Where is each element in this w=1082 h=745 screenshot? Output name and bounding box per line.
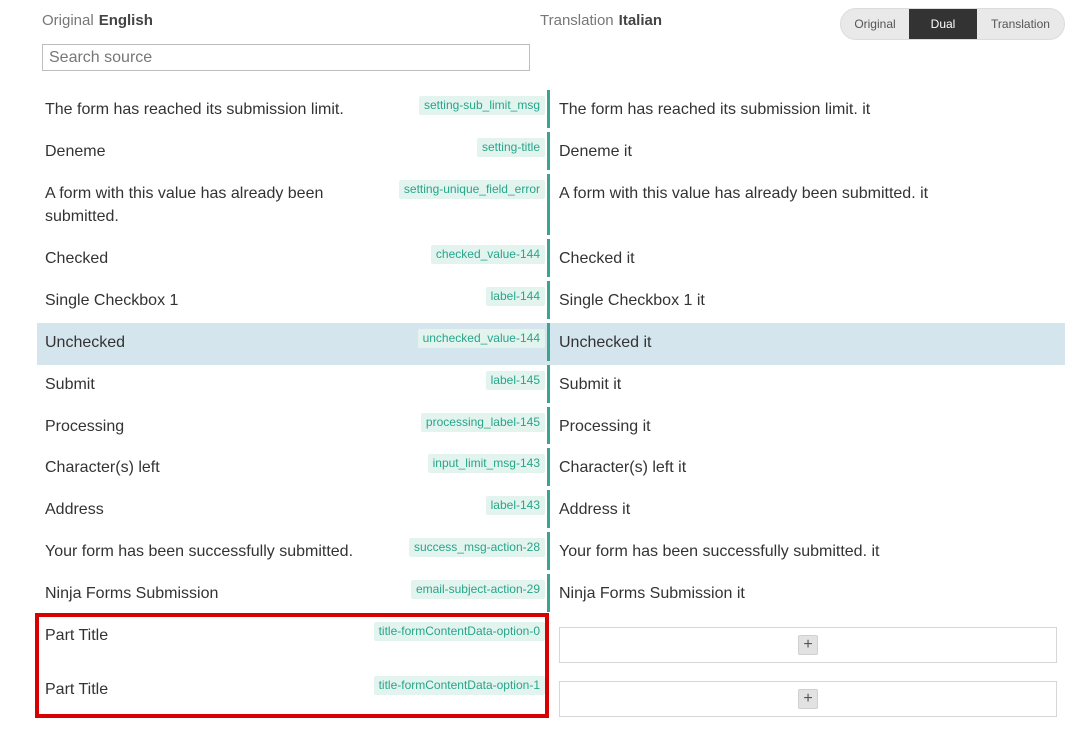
row-divider <box>547 407 550 444</box>
translation-language: Italian <box>618 12 663 29</box>
source-text: A form with this value has already been … <box>45 185 324 225</box>
search-source-input[interactable] <box>42 44 530 71</box>
translation-text[interactable]: Single Checkbox 1 it <box>559 289 705 312</box>
source-text: Address <box>45 501 104 518</box>
translation-text[interactable]: Checked it <box>559 247 635 270</box>
row-divider <box>547 574 550 612</box>
add-translation-button[interactable]: + <box>798 635 818 655</box>
translation-row[interactable]: Checked checked_value-144 Checked it <box>37 239 1065 281</box>
header-translation: Translation Italian <box>540 12 662 29</box>
source-text: Your form has been successfully submitte… <box>45 543 354 560</box>
translation-text[interactable]: Submit it <box>559 373 621 396</box>
translation-text[interactable]: Unchecked it <box>559 331 652 354</box>
translation-row[interactable]: The form has reached its submission limi… <box>37 90 1065 132</box>
translation-text[interactable]: Ninja Forms Submission it <box>559 582 745 605</box>
source-text: Deneme <box>45 143 106 160</box>
string-key-badge: input_limit_msg-143 <box>427 454 545 473</box>
source-text: Character(s) left <box>45 459 160 476</box>
string-key-badge: success_msg-action-28 <box>408 538 545 557</box>
row-divider <box>547 90 550 128</box>
view-original-button[interactable]: Original <box>841 9 909 39</box>
string-key-badge: setting-title <box>476 138 545 157</box>
row-divider <box>547 281 550 319</box>
string-key-badge: label-145 <box>485 371 545 390</box>
string-key-badge: label-144 <box>485 287 545 306</box>
string-key-badge: email-subject-action-29 <box>410 580 545 599</box>
translation-row[interactable]: Address label-143 Address it <box>37 490 1065 532</box>
row-divider <box>547 174 550 235</box>
translation-text[interactable]: Character(s) left it <box>559 456 686 479</box>
row-divider <box>547 532 550 570</box>
translation-row[interactable]: A form with this value has already been … <box>37 174 1065 239</box>
source-text: Ninja Forms Submission <box>45 585 219 602</box>
row-divider <box>547 323 550 361</box>
row-divider <box>547 239 550 277</box>
row-divider <box>547 490 550 528</box>
translation-text[interactable]: Your form has been successfully submitte… <box>559 540 879 563</box>
row-divider <box>547 448 550 486</box>
empty-translation-box[interactable]: + <box>559 681 1057 717</box>
highlight-box <box>35 613 549 718</box>
translation-row[interactable]: Submit label-145 Submit it <box>37 365 1065 407</box>
translation-label: Translation <box>540 12 614 29</box>
translation-row[interactable]: Processing processing_label-145 Processing… <box>37 407 1065 448</box>
translation-row[interactable]: Character(s) left input_limit_msg-143 Char… <box>37 448 1065 490</box>
source-text: The form has reached its submission limi… <box>45 101 344 118</box>
original-label: Original <box>42 12 94 29</box>
string-key-badge: checked_value-144 <box>430 245 545 264</box>
source-text: Submit <box>45 376 95 393</box>
source-text: Single Checkbox 1 <box>45 292 179 309</box>
row-divider <box>547 365 550 403</box>
source-text: Unchecked <box>45 334 126 351</box>
source-text: Processing <box>45 418 125 435</box>
view-mode-toggle[interactable]: Original Dual Translation <box>840 8 1065 40</box>
translation-row[interactable]: Deneme setting-title Deneme it <box>37 132 1065 174</box>
translation-text[interactable]: Processing it <box>559 415 651 438</box>
string-key-badge: setting-sub_limit_msg <box>418 96 545 115</box>
source-text: Checked <box>45 250 109 267</box>
translation-row[interactable]: Ninja Forms Submission email-subject-acti… <box>37 574 1065 616</box>
translation-text[interactable]: The form has reached its submission limi… <box>559 98 870 121</box>
string-key-badge: processing_label-145 <box>420 413 545 432</box>
original-language: English <box>98 12 153 29</box>
translation-text[interactable]: A form with this value has already been … <box>559 182 928 205</box>
translation-row[interactable]: Your form has been successfully submitte… <box>37 532 1065 574</box>
header-original: Original English <box>42 12 153 29</box>
translation-row[interactable]: Unchecked unchecked_value-144 Unchecked it <box>37 323 1065 365</box>
row-divider <box>547 132 550 170</box>
string-key-badge: label-143 <box>485 496 545 515</box>
view-translation-button[interactable]: Translation <box>977 9 1064 39</box>
translation-text[interactable]: Deneme it <box>559 140 632 163</box>
translation-text[interactable]: Address it <box>559 498 630 521</box>
view-dual-button[interactable]: Dual <box>909 9 977 39</box>
empty-translation-box[interactable]: + <box>559 627 1057 663</box>
translation-row[interactable]: Single Checkbox 1 label-144 Single Checkbo… <box>37 281 1065 323</box>
string-key-badge: unchecked_value-144 <box>417 329 545 348</box>
string-key-badge: setting-unique_field_error <box>398 180 545 199</box>
add-translation-button[interactable]: + <box>798 689 818 709</box>
